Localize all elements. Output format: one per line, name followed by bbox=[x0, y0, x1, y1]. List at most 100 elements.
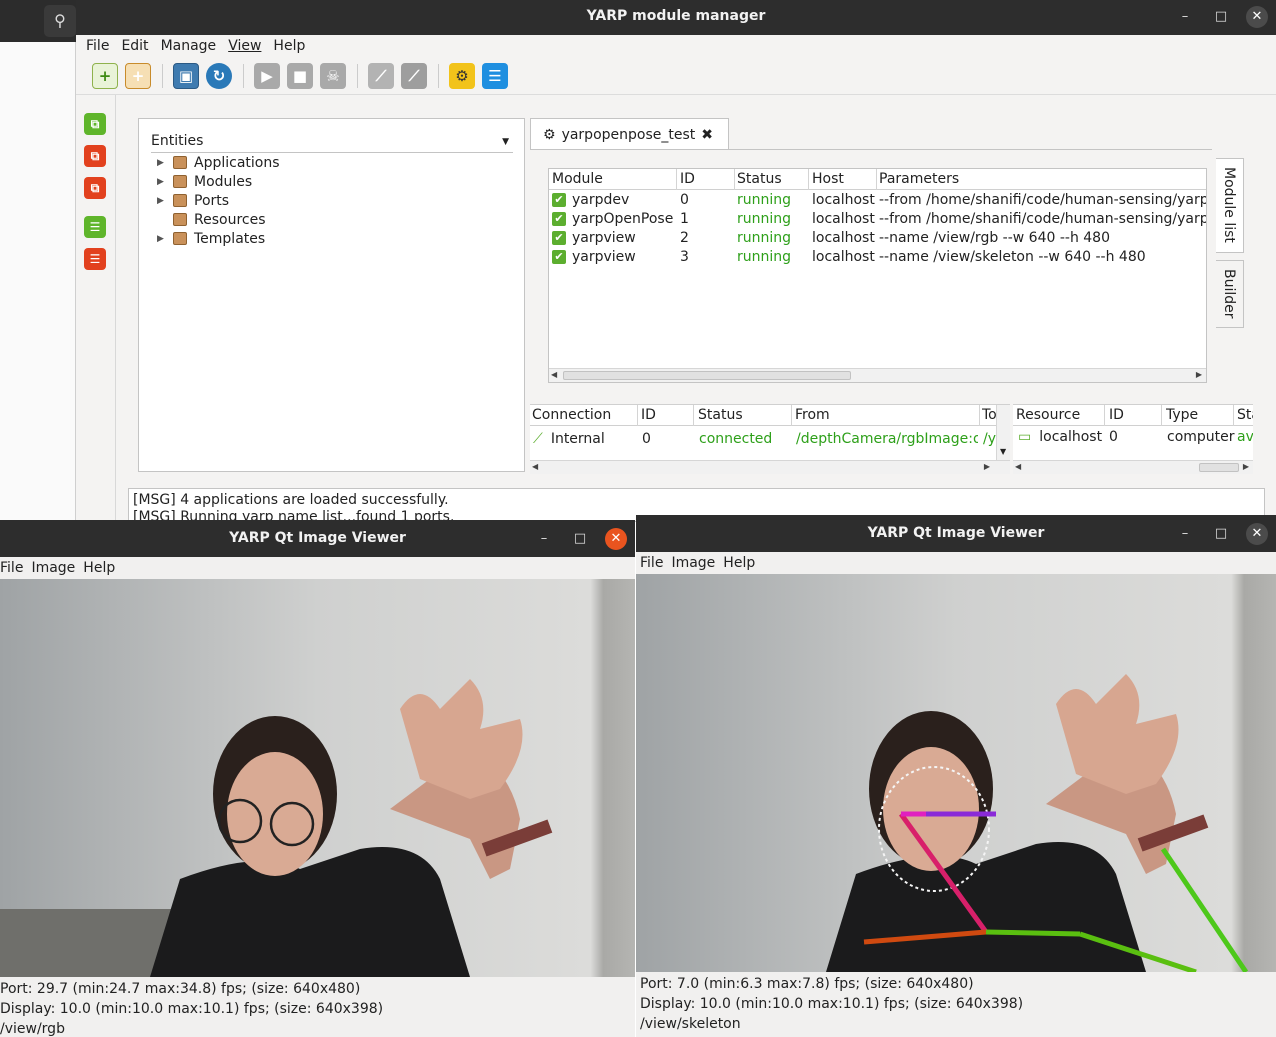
module-table: Module ID Status Host Parameters ✔ yarpde… bbox=[548, 168, 1207, 383]
maximize-button[interactable]: □ bbox=[1210, 523, 1232, 545]
scroll-down-arrow-icon[interactable]: ▼ bbox=[1000, 447, 1006, 456]
column-header-id[interactable]: ID bbox=[641, 406, 656, 425]
close-button[interactable]: ✕ bbox=[1246, 523, 1268, 545]
assign-hosts-icon[interactable]: ⚙ bbox=[449, 62, 475, 89]
log-line: [MSG] 4 applications are loaded successf… bbox=[133, 492, 449, 508]
run-icon[interactable]: ▶ bbox=[254, 62, 280, 89]
minimize-button[interactable]: – bbox=[533, 528, 555, 550]
scroll-left-arrow-icon[interactable]: ◀ bbox=[532, 462, 538, 471]
close-tab-icon[interactable]: ✖ bbox=[701, 127, 713, 143]
menu-image[interactable]: Image bbox=[671, 555, 715, 571]
check-icon[interactable]: ✔ bbox=[552, 231, 566, 245]
connection-from: /depthCamera/rgbImage:o bbox=[796, 431, 978, 447]
check-icon[interactable]: ✔ bbox=[552, 193, 566, 207]
minimize-button[interactable]: – bbox=[1174, 523, 1196, 545]
disconnect-icon[interactable]: ⟋ bbox=[401, 62, 427, 89]
tree-item-label: Resources bbox=[194, 211, 266, 228]
horizontal-scrollbar[interactable]: ◀ ▶ bbox=[549, 368, 1206, 382]
column-header-id[interactable]: ID bbox=[680, 170, 695, 189]
resource-type: computer bbox=[1167, 429, 1235, 445]
resource-status: available bbox=[1237, 429, 1253, 445]
scrollbar-thumb[interactable] bbox=[563, 371, 851, 380]
column-header-module[interactable]: Module bbox=[552, 170, 603, 189]
remove-modules-icon[interactable]: ⧉ bbox=[84, 177, 106, 199]
add-icon[interactable]: + bbox=[92, 62, 118, 89]
search-icon[interactable]: ⚲ bbox=[44, 5, 76, 37]
horizontal-scrollbar[interactable]: ◀ ▶ bbox=[1013, 460, 1253, 474]
module-status: running bbox=[737, 249, 792, 265]
stop-icon[interactable]: ■ bbox=[287, 62, 313, 89]
menu-file[interactable]: File bbox=[0, 560, 23, 576]
expand-arrow-icon[interactable]: ▶ bbox=[157, 196, 173, 206]
column-header-resource[interactable]: Resource bbox=[1016, 406, 1080, 425]
menu-image[interactable]: Image bbox=[31, 560, 75, 576]
module-id: 3 bbox=[680, 249, 689, 265]
close-button[interactable]: ✕ bbox=[1246, 6, 1268, 28]
tree-item-label: Templates bbox=[194, 230, 266, 247]
add-resource-icon[interactable]: ☰ bbox=[84, 216, 106, 238]
minimize-button[interactable]: – bbox=[1174, 6, 1196, 28]
column-header-status[interactable]: Status bbox=[698, 406, 743, 425]
check-icon[interactable]: ✔ bbox=[552, 212, 566, 226]
tab-module-list[interactable]: Module list bbox=[1216, 158, 1244, 253]
menu-help[interactable]: Help bbox=[83, 560, 115, 576]
scroll-left-arrow-icon[interactable]: ◀ bbox=[551, 370, 557, 379]
list-icon[interactable]: ☰ bbox=[482, 62, 508, 89]
column-header-connection[interactable]: Connection bbox=[532, 406, 611, 425]
tab-yarpopenpose-test[interactable]: ⚙ yarpopenpose_test ✖ bbox=[530, 118, 729, 150]
expand-arrow-icon[interactable]: ▶ bbox=[157, 177, 173, 187]
menu-bar: File Image Help bbox=[0, 557, 635, 579]
remove-application-icon[interactable]: ⧉ bbox=[84, 145, 106, 167]
check-icon[interactable]: ✔ bbox=[552, 250, 566, 264]
column-header-type[interactable]: Type bbox=[1166, 406, 1198, 425]
entities-header-label: Entities bbox=[151, 133, 204, 149]
side-toolbar: ⧉ ⧉ ⧉ ☰ ☰ bbox=[76, 95, 116, 520]
menu-file[interactable]: File bbox=[640, 555, 663, 571]
port-name-label: /view/skeleton bbox=[640, 1016, 741, 1032]
tab-builder[interactable]: Builder bbox=[1216, 260, 1244, 328]
tree-item-applications[interactable]: ▶ Applications bbox=[157, 153, 280, 172]
add-application-icon[interactable]: ⧉ bbox=[84, 113, 106, 135]
scroll-right-arrow-icon[interactable]: ▶ bbox=[1243, 462, 1249, 471]
remove-resource-icon[interactable]: ☰ bbox=[84, 248, 106, 270]
connection-name: Internal bbox=[550, 431, 605, 447]
refresh-icon[interactable]: ↻ bbox=[206, 62, 232, 89]
menu-help[interactable]: Help bbox=[723, 555, 755, 571]
title-bar: YARP module manager – □ ✕ bbox=[76, 0, 1276, 35]
menu-manage[interactable]: Manage bbox=[157, 38, 221, 54]
maximize-button[interactable]: □ bbox=[569, 528, 591, 550]
scroll-left-arrow-icon[interactable]: ◀ bbox=[1015, 462, 1021, 471]
templates-folder-icon bbox=[173, 232, 187, 245]
connect-icon[interactable]: ⟋ bbox=[368, 62, 394, 89]
column-header-status[interactable]: Status bbox=[1237, 406, 1253, 425]
kill-icon[interactable]: ☠ bbox=[320, 62, 346, 89]
title-bar: YARP Qt Image Viewer – □ ✕ bbox=[636, 515, 1276, 552]
menu-file[interactable]: File bbox=[82, 38, 113, 54]
module-id: 2 bbox=[680, 230, 689, 246]
expand-arrow-icon[interactable]: ▶ bbox=[157, 158, 173, 168]
column-header-from[interactable]: From bbox=[795, 406, 830, 425]
column-header-status[interactable]: Status bbox=[737, 170, 782, 189]
column-header-id[interactable]: ID bbox=[1109, 406, 1124, 425]
connection-to: /yarpOpenPose/image:i bbox=[983, 431, 996, 447]
menu-help[interactable]: Help bbox=[269, 38, 309, 54]
select-icon[interactable]: ▣ bbox=[173, 62, 199, 89]
menu-edit[interactable]: Edit bbox=[117, 38, 152, 54]
column-header-parameters[interactable]: Parameters bbox=[879, 170, 959, 189]
scrollbar-thumb[interactable] bbox=[1199, 463, 1239, 472]
scroll-right-arrow-icon[interactable]: ▶ bbox=[1196, 370, 1202, 379]
expand-arrow-icon[interactable]: ▶ bbox=[157, 234, 173, 244]
tree-item-resources[interactable]: Resources bbox=[157, 210, 266, 229]
horizontal-scrollbar[interactable]: ◀ ▶ bbox=[530, 460, 1010, 474]
add-folder-icon[interactable]: + bbox=[125, 62, 151, 89]
maximize-button[interactable]: □ bbox=[1210, 6, 1232, 28]
scroll-right-arrow-icon[interactable]: ▶ bbox=[984, 462, 990, 471]
column-header-host[interactable]: Host bbox=[812, 170, 844, 189]
tree-item-modules[interactable]: ▶ Modules bbox=[157, 172, 252, 191]
close-button[interactable]: ✕ bbox=[605, 528, 627, 550]
tree-item-templates[interactable]: ▶ Templates bbox=[157, 229, 265, 248]
entities-header[interactable]: Entities ▼ bbox=[151, 133, 513, 153]
tree-item-ports[interactable]: ▶ Ports bbox=[157, 191, 229, 210]
menu-view[interactable]: View bbox=[224, 38, 265, 54]
column-header-to[interactable]: To bbox=[982, 406, 996, 425]
